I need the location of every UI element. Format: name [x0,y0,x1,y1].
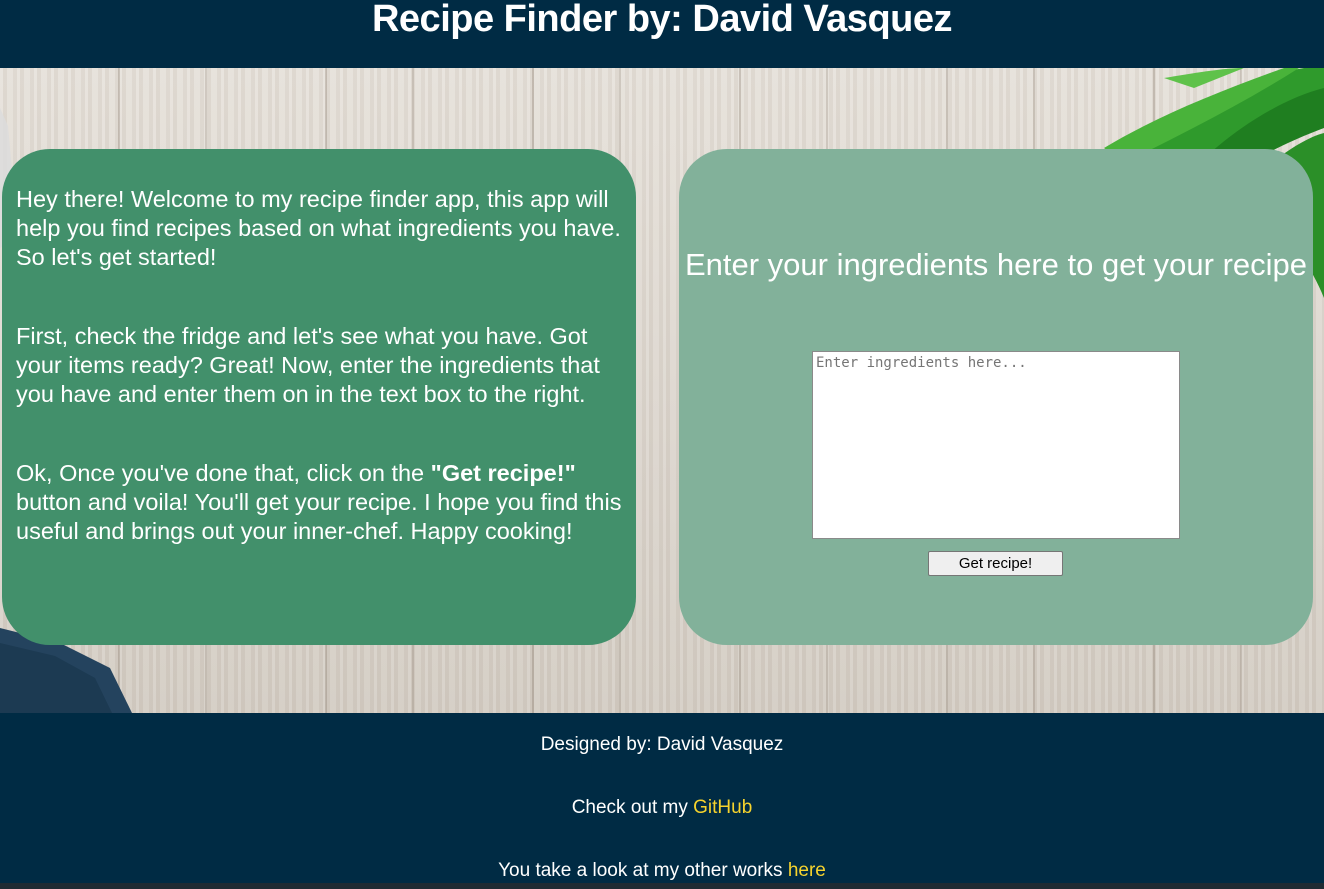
footer-bottom-bar [0,883,1324,889]
intro-paragraph-3-end: button and voila! You'll get your recipe… [16,489,622,544]
site-footer: Designed by: David Vasquez Check out my … [0,713,1324,889]
get-recipe-button[interactable]: Get recipe! [928,551,1063,576]
intro-panel: Hey there! Welcome to my recipe finder a… [2,149,636,645]
github-link[interactable]: GitHub [693,797,752,818]
intro-get-recipe-emphasis: "Get recipe!" [430,460,576,486]
works-prefix: You take a look at my other works [498,860,788,881]
ingredient-form-panel: Enter your ingredients here to get your … [679,149,1313,645]
page-title: Recipe Finder by: David Vasquez [371,0,953,40]
intro-paragraph-1: Hey there! Welcome to my recipe finder a… [16,186,621,270]
works-line: You take a look at my other works here [0,860,1324,882]
form-heading: Enter your ingredients here to get your … [684,247,1308,282]
intro-paragraph-3-start: Ok, Once you've done that, click on the [16,460,431,486]
ingredients-input[interactable] [812,351,1180,539]
intro-paragraph-3: Ok, Once you've done that, click on the … [16,459,624,546]
github-line: Check out my GitHub [0,797,1324,819]
works-link[interactable]: here [788,860,826,881]
site-header: Recipe Finder by: David Vasquez [0,0,1324,68]
intro-paragraph-2: First, check the fridge and let's see wh… [16,323,600,407]
designer-credit: Designed by: David Vasquez [540,734,784,755]
github-prefix: Check out my [571,797,694,818]
